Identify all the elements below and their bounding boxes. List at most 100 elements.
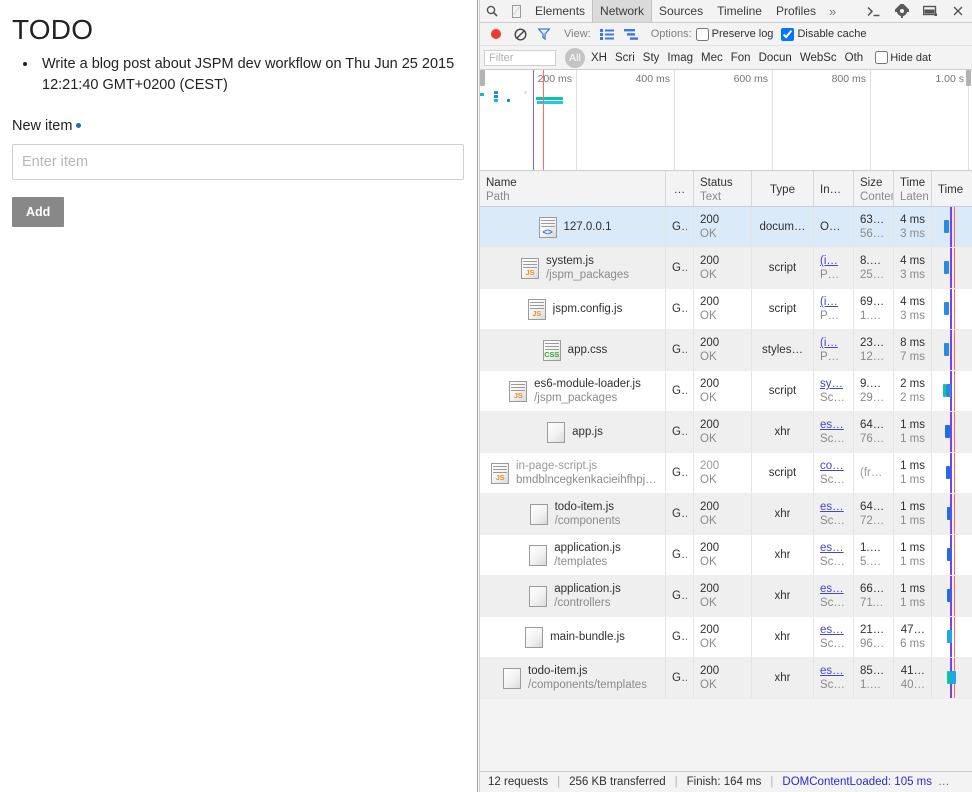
request-name-cell[interactable]: JS in-page-script.js bmdblncegkenkacieihfh…: [480, 453, 666, 493]
filter-type-xhr[interactable]: XH: [591, 52, 607, 64]
column-header-waterfall[interactable]: Time: [932, 171, 972, 206]
column-header-initiator[interactable]: In…: [814, 171, 854, 206]
request-initiator-cell[interactable]: es… Sc…: [814, 576, 854, 616]
search-icon[interactable]: [480, 0, 504, 22]
request-status-cell: 200 OK: [694, 494, 752, 534]
request-initiator-cell[interactable]: (i… P…: [814, 289, 854, 329]
network-request-row[interactable]: todo-item.js/components/templates G… 200 OK…: [480, 658, 972, 699]
column-header-method[interactable]: …: [666, 171, 694, 206]
network-request-row[interactable]: JS es6-module-loader.js/jspm_packages G… 20…: [480, 371, 972, 412]
waterfall-view-icon[interactable]: [619, 23, 643, 45]
request-initiator-cell[interactable]: (i… P…: [814, 330, 854, 370]
tab-profiles[interactable]: Profiles: [769, 0, 823, 22]
network-request-row[interactable]: <> 127.0.0.1 G… 200 OK docum… O… 630 B 569 B 4 ms…: [480, 207, 972, 248]
filter-type-script[interactable]: Scri: [615, 52, 635, 64]
devtools-tabbar: Elements Network Sources Timeline Profil…: [480, 0, 972, 23]
request-name-cell[interactable]: main-bundle.js: [480, 617, 666, 657]
filter-funnel-icon[interactable]: [532, 23, 556, 45]
more-tabs-chevron-icon[interactable]: »: [823, 0, 842, 22]
tab-network[interactable]: Network: [592, 0, 653, 22]
disable-cache-input[interactable]: [781, 27, 795, 41]
network-request-row[interactable]: main-bundle.js G… 200 OK xhr es… Sc… 210… 962… 47…: [480, 617, 972, 658]
request-name-cell[interactable]: application.js/templates: [480, 535, 666, 575]
request-status-text: OK: [700, 597, 717, 609]
filter-type-document[interactable]: Docun: [759, 52, 792, 64]
request-name-cell[interactable]: JS system.js/jspm_packages: [480, 248, 666, 288]
request-initiator-cell[interactable]: co… Sc…: [814, 453, 854, 493]
filter-type-websocket[interactable]: WebSc: [800, 52, 837, 64]
add-button[interactable]: Add: [12, 197, 65, 227]
filter-type-all[interactable]: All: [565, 47, 585, 68]
network-request-row[interactable]: CSS app.css G… 200 OK styles… (i… P… 23…. 124… 8 m…: [480, 330, 972, 371]
request-total-time: 1 ms: [900, 501, 925, 513]
request-initiator-cell[interactable]: es… Sc…: [814, 535, 854, 575]
request-initiator-cell[interactable]: es… Sc…: [814, 658, 854, 698]
hide-data-urls-input[interactable]: [875, 51, 889, 64]
request-name-cell[interactable]: todo-item.js/components: [480, 494, 666, 534]
request-status-cell: 200 OK: [694, 412, 752, 452]
disable-cache-checkbox[interactable]: Disable cache: [781, 27, 867, 41]
request-name-cell[interactable]: todo-item.js/components/templates: [480, 658, 666, 698]
filter-input[interactable]: [484, 49, 556, 66]
network-request-row[interactable]: JS in-page-script.js bmdblncegkenkacieihfh…: [480, 453, 972, 494]
overview-tick: 600 ms: [733, 73, 768, 85]
overview-tick: 1.00 s: [935, 73, 964, 85]
network-request-row[interactable]: application.js/controllers G… 200 OK xhr es… S…: [480, 576, 972, 617]
filter-type-other[interactable]: Oth: [845, 52, 864, 64]
request-initiator-link: (i…: [820, 337, 838, 349]
record-icon[interactable]: [484, 23, 508, 45]
filter-type-media[interactable]: Meс: [701, 52, 723, 64]
filter-type-stylesheet[interactable]: Sty: [643, 52, 660, 64]
close-icon[interactable]: [944, 6, 972, 16]
overview-selection-handle-right[interactable]: [966, 70, 971, 86]
filter-type-font[interactable]: Fon: [731, 52, 751, 64]
request-name-cell[interactable]: CSS app.css: [480, 330, 666, 370]
preserve-log-input[interactable]: [695, 27, 709, 41]
request-transfer-size: 1.4 KB: [860, 542, 887, 554]
load-event-line: [954, 289, 955, 329]
request-initiator-cell[interactable]: es… Sc…: [814, 412, 854, 452]
request-resource-size: 29….: [860, 392, 887, 404]
request-initiator-cell[interactable]: sy… Sc…: [814, 371, 854, 411]
column-header-time[interactable]: Time Laten: [894, 171, 932, 206]
request-name-cell[interactable]: application.js/controllers: [480, 576, 666, 616]
dock-icon[interactable]: [916, 5, 944, 17]
request-initiator-cell[interactable]: es… Sc…: [814, 617, 854, 657]
request-name: todo-item.js: [554, 501, 614, 513]
network-request-row[interactable]: JS system.js/jspm_packages G… 200 OK script (i…: [480, 248, 972, 289]
request-name-cell[interactable]: JS jspm.config.js: [480, 289, 666, 329]
device-mode-icon[interactable]: [504, 0, 528, 22]
network-request-row[interactable]: app.js G… 200 OK xhr es… Sc… 644 B 765 B 1 ms 1 ms: [480, 412, 972, 453]
request-name-cell[interactable]: JS es6-module-loader.js/jspm_packages: [480, 371, 666, 411]
tab-elements[interactable]: Elements: [528, 0, 592, 22]
request-type-cell: xhr: [752, 535, 814, 575]
network-overview-timeline[interactable]: 200 ms 400 ms 600 ms 800 ms 1.00 s: [480, 70, 972, 171]
request-initiator-cell[interactable]: (i… P…: [814, 248, 854, 288]
column-header-status[interactable]: Status Text: [694, 171, 752, 206]
request-initiator-type: Sc…: [820, 474, 845, 486]
gear-icon[interactable]: [888, 4, 916, 18]
list-view-icon[interactable]: [595, 23, 619, 45]
overview-selection-handle-left[interactable]: [480, 70, 485, 86]
hide-data-urls-checkbox[interactable]: Hide dat: [875, 51, 931, 64]
options-label: Options:: [650, 28, 692, 40]
column-header-type[interactable]: Type: [752, 171, 814, 206]
request-name-cell[interactable]: app.js: [480, 412, 666, 452]
console-icon[interactable]: [860, 6, 888, 17]
request-name-cell[interactable]: <> 127.0.0.1: [480, 207, 666, 247]
clear-icon[interactable]: [508, 23, 532, 45]
tab-sources[interactable]: Sources: [652, 0, 710, 22]
request-initiator-cell[interactable]: O…: [814, 207, 854, 247]
request-initiator-cell[interactable]: es… Sc…: [814, 494, 854, 534]
network-request-row[interactable]: JS jspm.config.js G… 200 OK script (i… P… 697 B 1…: [480, 289, 972, 330]
network-request-row[interactable]: application.js/templates G… 200 OK xhr es… Sc……: [480, 535, 972, 576]
document-file-icon: <>: [538, 216, 557, 238]
new-item-input[interactable]: [12, 144, 464, 180]
tab-timeline[interactable]: Timeline: [710, 0, 769, 22]
column-header-name[interactable]: Name Path: [480, 171, 666, 206]
network-request-row[interactable]: todo-item.js/components G… 200 OK xhr es… Sc… 6…: [480, 494, 972, 535]
preserve-log-checkbox[interactable]: Preserve log: [695, 27, 773, 41]
column-header-size[interactable]: Size Conteг: [854, 171, 894, 206]
filter-type-image[interactable]: Imag: [667, 52, 693, 64]
request-name: app.js: [572, 426, 603, 438]
